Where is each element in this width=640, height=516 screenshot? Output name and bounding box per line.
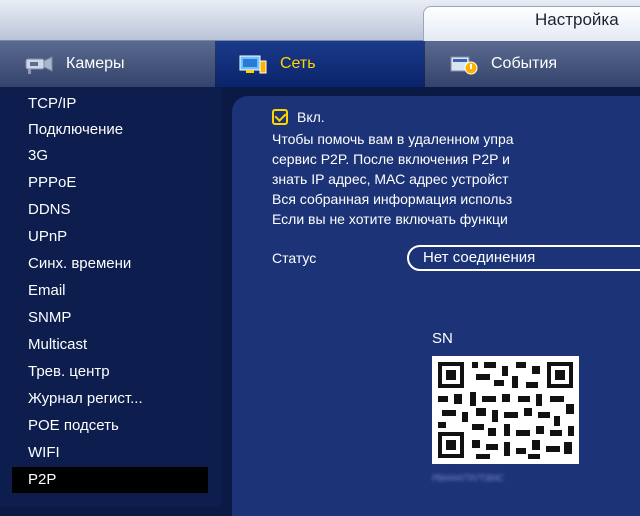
- sidebar-item-3g[interactable]: 3G: [28, 143, 218, 169]
- sidebar-item-time-sync[interactable]: Синх. времени: [28, 251, 218, 277]
- enable-checkbox[interactable]: [272, 109, 288, 125]
- window-title: Настройка: [535, 10, 619, 29]
- camera-icon: [24, 53, 54, 75]
- sidebar-item-snmp[interactable]: SNMP: [28, 305, 218, 331]
- sidebar-item-upnp[interactable]: UPnP: [28, 224, 218, 250]
- sidebar-item-alarm-center[interactable]: Трев. центр: [28, 359, 218, 385]
- tab-events[interactable]: События: [425, 41, 640, 87]
- sidebar-item-poe-subnet[interactable]: POE подсеть: [28, 413, 218, 439]
- sidebar-item-multicast[interactable]: Multicast: [28, 332, 218, 358]
- description-line: сервис P2P. После включения P2P и: [272, 151, 510, 167]
- status-value: Нет соединения: [407, 245, 640, 271]
- tab-network-label: Сеть: [280, 55, 316, 72]
- sidebar-item-ddns[interactable]: DDNS: [28, 197, 218, 223]
- sn-value: PBAAAA7TA7TSB4C: [432, 473, 504, 483]
- sidebar-item-pppoe[interactable]: PPPoE: [28, 170, 218, 196]
- status-label: Статус: [272, 250, 317, 266]
- description-line: Вся собранная информация использ: [272, 191, 513, 207]
- description-line: знать IP адрес, МАС адрес устройст: [272, 171, 509, 187]
- tab-cameras-label: Камеры: [66, 55, 125, 72]
- main-tabs: Камеры Сеть События: [0, 41, 640, 87]
- network-icon: [238, 53, 268, 75]
- tab-events-label: События: [491, 55, 558, 72]
- events-icon: [449, 53, 479, 75]
- sidebar-item-tcpip[interactable]: TCP/IP: [28, 91, 218, 117]
- sidebar-item-connection[interactable]: Подключение: [28, 117, 218, 143]
- tab-network[interactable]: Сеть: [216, 41, 424, 87]
- sn-label: SN: [432, 330, 453, 347]
- description-line: Если вы не хотите включать функци: [272, 211, 508, 227]
- qr-code: [432, 356, 579, 464]
- description-line: Чтобы помочь вам в удаленном упра: [272, 131, 514, 147]
- sidebar-item-p2p[interactable]: P2P: [12, 467, 208, 493]
- tab-cameras[interactable]: Камеры: [0, 41, 215, 87]
- sidebar-item-log[interactable]: Журнал регист...: [28, 386, 218, 412]
- sidebar-item-email[interactable]: Email: [28, 278, 218, 304]
- enable-label: Вкл.: [297, 109, 325, 125]
- sidebar-item-wifi[interactable]: WIFI: [28, 440, 218, 466]
